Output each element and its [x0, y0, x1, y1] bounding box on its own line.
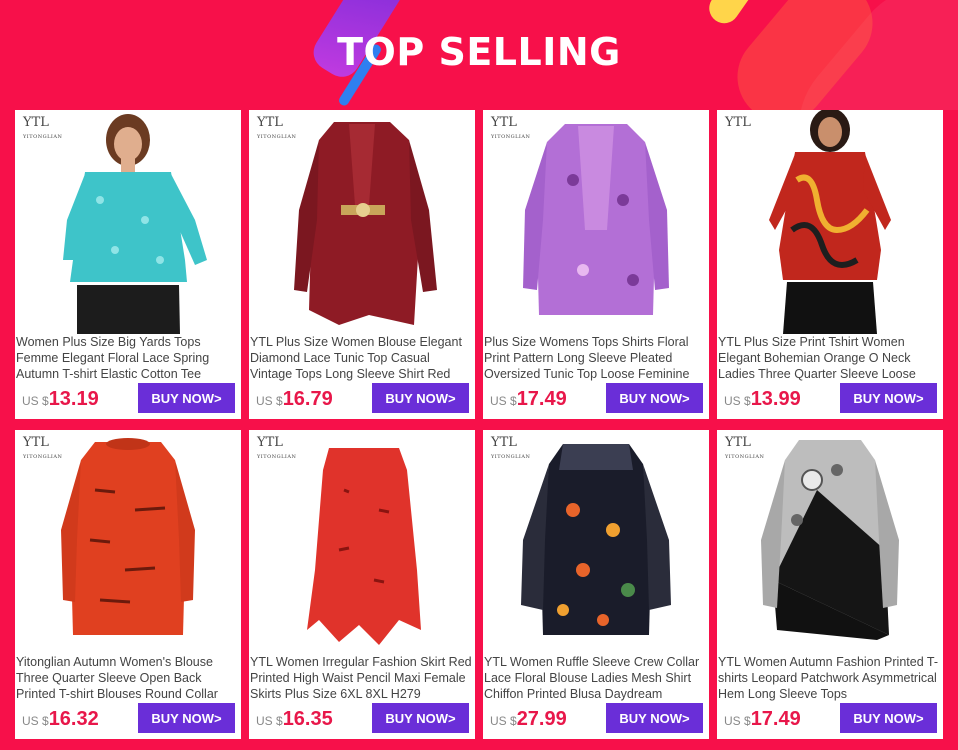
- product-image[interactable]: YTL YITONGLIAN: [249, 110, 475, 334]
- currency-label: US $: [22, 714, 49, 728]
- brand-logo: YTL: [491, 115, 517, 130]
- product-price: US $16.35: [256, 708, 333, 731]
- product-title[interactable]: YTL Women Irregular Fashion Skirt Red Pr…: [250, 654, 472, 702]
- brand-logo: YTL: [23, 115, 49, 130]
- product-card[interactable]: YTL YITONGLIAN YTL Plus Size Women Blouse…: [249, 110, 475, 419]
- product-image[interactable]: YTL YITONGLIAN: [15, 110, 241, 334]
- product-title[interactable]: Plus Size Womens Tops Shirts Floral Prin…: [484, 334, 706, 382]
- price-amount: 17.49: [516, 388, 567, 410]
- price-amount: 13.99: [750, 388, 801, 410]
- buy-now-button[interactable]: BUY NOW>: [606, 703, 703, 733]
- price-amount: 17.49: [750, 708, 801, 730]
- product-title[interactable]: YTL Plus Size Print Tshirt Women Elegant…: [718, 334, 940, 382]
- brand-logo: YTL: [257, 435, 283, 450]
- brand-subtitle: YITONGLIAN: [491, 134, 531, 140]
- brand-subtitle: YITONGLIAN: [257, 134, 297, 140]
- product-image[interactable]: YTL YITONGLIAN: [717, 430, 943, 654]
- currency-label: US $: [724, 714, 751, 728]
- currency-label: US $: [256, 394, 283, 408]
- price-amount: 16.32: [48, 708, 99, 730]
- price-amount: 13.19: [48, 388, 99, 410]
- product-image[interactable]: YTL YITONGLIAN: [15, 430, 241, 654]
- product-image[interactable]: YTL YITONGLIAN: [483, 430, 709, 654]
- product-card[interactable]: YTL YITONGLIAN YTL Women Ruffle Sleeve Cr…: [483, 430, 709, 739]
- currency-label: US $: [724, 394, 751, 408]
- buy-now-button[interactable]: BUY NOW>: [138, 703, 235, 733]
- buy-now-button[interactable]: BUY NOW>: [840, 703, 937, 733]
- product-price: US $16.32: [22, 708, 99, 731]
- price-amount: 16.35: [282, 708, 333, 730]
- buy-now-button[interactable]: BUY NOW>: [840, 383, 937, 413]
- brand-subtitle: YITONGLIAN: [23, 134, 63, 140]
- brand-logo: YTL: [725, 435, 751, 450]
- product-price: US $16.79: [256, 388, 333, 411]
- currency-label: US $: [22, 394, 49, 408]
- product-title[interactable]: YTL Plus Size Women Blouse Elegant Diamo…: [250, 334, 472, 382]
- product-title[interactable]: Women Plus Size Big Yards Tops Femme Ele…: [16, 334, 238, 382]
- brand-logo: YTL: [23, 435, 49, 450]
- brand-subtitle: YITONGLIAN: [725, 454, 765, 460]
- decor-shape: [703, 0, 757, 30]
- product-price: US $17.49: [490, 388, 567, 411]
- product-card[interactable]: YTL YITONGLIAN Yitonglian Autumn Women's …: [15, 430, 241, 739]
- price-amount: 16.79: [282, 388, 333, 410]
- currency-label: US $: [490, 714, 517, 728]
- product-card[interactable]: YTL YITONGLIAN Plus Size Womens Tops Shir…: [483, 110, 709, 419]
- product-title[interactable]: YTL Women Autumn Fashion Printed T-shirt…: [718, 654, 940, 702]
- product-card[interactable]: YTL YITONGLIAN YTL Women Irregular Fashio…: [249, 430, 475, 739]
- currency-label: US $: [490, 394, 517, 408]
- brand-subtitle: YITONGLIAN: [491, 454, 531, 460]
- product-price: US $13.19: [22, 388, 99, 411]
- product-image[interactable]: YTL YITONGLIAN: [249, 430, 475, 654]
- buy-now-button[interactable]: BUY NOW>: [606, 383, 703, 413]
- product-card[interactable]: YTL YITONGLIAN Women Plus Size Big Yards …: [15, 110, 241, 419]
- price-amount: 27.99: [516, 708, 567, 730]
- buy-now-button[interactable]: BUY NOW>: [372, 383, 469, 413]
- product-image[interactable]: YTL: [717, 110, 943, 334]
- product-card[interactable]: YTL YTL Plus Size Print Tshirt Women Ele…: [717, 110, 943, 419]
- brand-subtitle: YITONGLIAN: [23, 454, 63, 460]
- product-price: US $13.99: [724, 388, 801, 411]
- buy-now-button[interactable]: BUY NOW>: [138, 383, 235, 413]
- buy-now-button[interactable]: BUY NOW>: [372, 703, 469, 733]
- product-image[interactable]: YTL YITONGLIAN: [483, 110, 709, 334]
- product-card[interactable]: YTL YITONGLIAN YTL Women Autumn Fashion P…: [717, 430, 943, 739]
- brand-logo: YTL: [725, 115, 751, 130]
- brand-subtitle: YITONGLIAN: [257, 454, 297, 460]
- product-title[interactable]: YTL Women Ruffle Sleeve Crew Collar Lace…: [484, 654, 706, 702]
- section-title: TOP SELLING: [337, 30, 621, 74]
- product-price: US $27.99: [490, 708, 567, 731]
- currency-label: US $: [256, 714, 283, 728]
- brand-logo: YTL: [257, 115, 283, 130]
- product-price: US $17.49: [724, 708, 801, 731]
- product-title[interactable]: Yitonglian Autumn Women's Blouse Three Q…: [16, 654, 238, 702]
- brand-logo: YTL: [491, 435, 517, 450]
